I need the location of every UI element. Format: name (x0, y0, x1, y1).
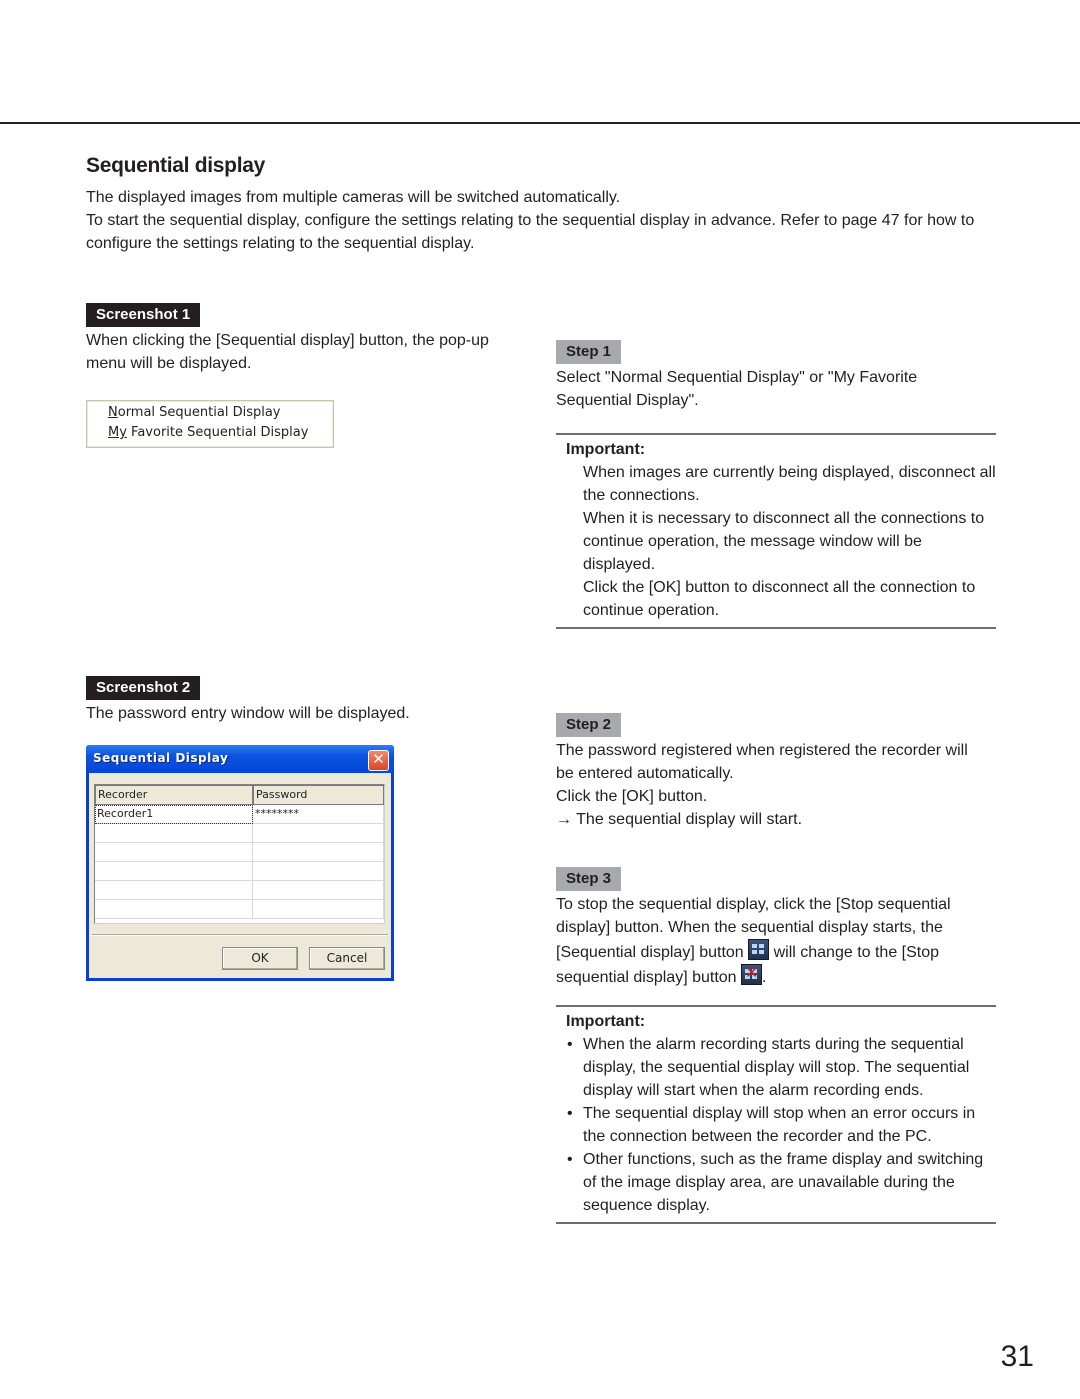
step-3-text-c: . (762, 969, 767, 986)
sequential-popup-menu: Normal Sequential Display My Favorite Se… (86, 400, 334, 448)
password-cell[interactable] (253, 900, 384, 919)
header-rule (0, 122, 1080, 124)
recorder-cell[interactable] (95, 824, 253, 843)
column-header-password[interactable]: Password (253, 785, 384, 805)
sequential-display-dialog: Sequential Display ✕ Recorder Password R… (86, 745, 394, 981)
menu-item-label: Favorite Sequential Display (126, 425, 309, 440)
bullet-icon: • (567, 1036, 573, 1053)
important-label: Important: (566, 441, 646, 458)
screenshot-2-caption: The password entry window will be displa… (86, 705, 410, 722)
close-icon[interactable]: ✕ (368, 750, 389, 771)
password-cell[interactable]: ******** (253, 805, 384, 824)
recorder-cell[interactable] (95, 862, 253, 881)
step-3-text: To stop the sequential display, click th… (556, 893, 996, 989)
password-cell[interactable] (253, 881, 384, 900)
step-2-line: Click the [OK] button. (556, 788, 708, 805)
page-number: 31 (1000, 1340, 1034, 1373)
screenshot-2-label: Screenshot 2 (86, 676, 201, 700)
password-cell[interactable] (253, 824, 384, 843)
recorder-password-grid: Recorder Password Recorder1 ******** (94, 784, 385, 924)
dialog-body: Recorder Password Recorder1 ******** OK … (89, 773, 391, 978)
step-2-line: → The sequential display will start. (556, 811, 803, 828)
password-cell[interactable] (253, 862, 384, 881)
bullet-text: When the alarm recording starts during t… (583, 1036, 970, 1099)
ok-button[interactable]: OK (222, 947, 298, 970)
step-2-label: Step 2 (556, 713, 622, 737)
bullet-text: The sequential display will stop when an… (583, 1105, 976, 1145)
step-3-label: Step 3 (556, 867, 622, 891)
recorder-cell[interactable]: Recorder1 (95, 805, 253, 824)
menu-item-my-favorite-sequential-display[interactable]: My Favorite Sequential Display (108, 425, 308, 440)
step-2-text: The password registered when registered … (556, 739, 986, 831)
step-2-line: The password registered when registered … (556, 742, 968, 782)
recorder-cell[interactable] (95, 900, 253, 919)
screenshot-1-caption: When clicking the [Sequential display] b… (86, 332, 489, 372)
dialog-title: Sequential Display (93, 751, 229, 765)
menu-item-normal-sequential-display[interactable]: Normal Sequential Display (108, 405, 281, 420)
important-paragraph: When images are currently being displaye… (583, 464, 996, 504)
important-bullet: • The sequential display will stop when a… (556, 1102, 996, 1148)
menu-item-label: ormal Sequential Display (117, 405, 281, 420)
step-1-label: Step 1 (556, 340, 622, 364)
section-intro: The displayed images from multiple camer… (86, 186, 1016, 255)
important-bullet: • When the alarm recording starts during … (556, 1033, 996, 1102)
step-1-text: Select "Normal Sequential Display" or "M… (556, 369, 918, 409)
cancel-button[interactable]: Cancel (309, 947, 385, 970)
important-paragraph: When it is necessary to disconnect all t… (583, 510, 985, 573)
important-label: Important: (566, 1013, 646, 1030)
dialog-titlebar[interactable]: Sequential Display ✕ (86, 745, 394, 773)
dialog-separator (92, 934, 388, 936)
stop-sequential-display-icon: ✕ (741, 964, 763, 985)
password-cell[interactable] (253, 843, 384, 862)
screenshot-1-label: Screenshot 1 (86, 303, 201, 327)
important-box-2: Important: • When the alarm recording sta… (556, 1005, 996, 1224)
bullet-icon: • (567, 1151, 573, 1168)
important-box-1: Important: When images are currently bei… (556, 433, 996, 629)
important-paragraph: Click the [OK] button to disconnect all … (583, 579, 976, 619)
recorder-cell[interactable] (95, 843, 253, 862)
sequential-display-icon (748, 939, 770, 960)
bullet-text: Other functions, such as the frame displ… (583, 1151, 984, 1214)
intro-line-1: The displayed images from multiple camer… (86, 189, 621, 206)
section-title: Sequential display (86, 154, 265, 177)
column-header-recorder[interactable]: Recorder (95, 785, 253, 805)
menu-mnemonic: N (108, 405, 118, 420)
bullet-icon: • (567, 1105, 573, 1122)
menu-mnemonic: My (108, 425, 127, 440)
intro-line-2: To start the sequential display, configu… (86, 212, 975, 252)
important-bullet: • Other functions, such as the frame disp… (556, 1148, 996, 1217)
recorder-cell[interactable] (95, 881, 253, 900)
